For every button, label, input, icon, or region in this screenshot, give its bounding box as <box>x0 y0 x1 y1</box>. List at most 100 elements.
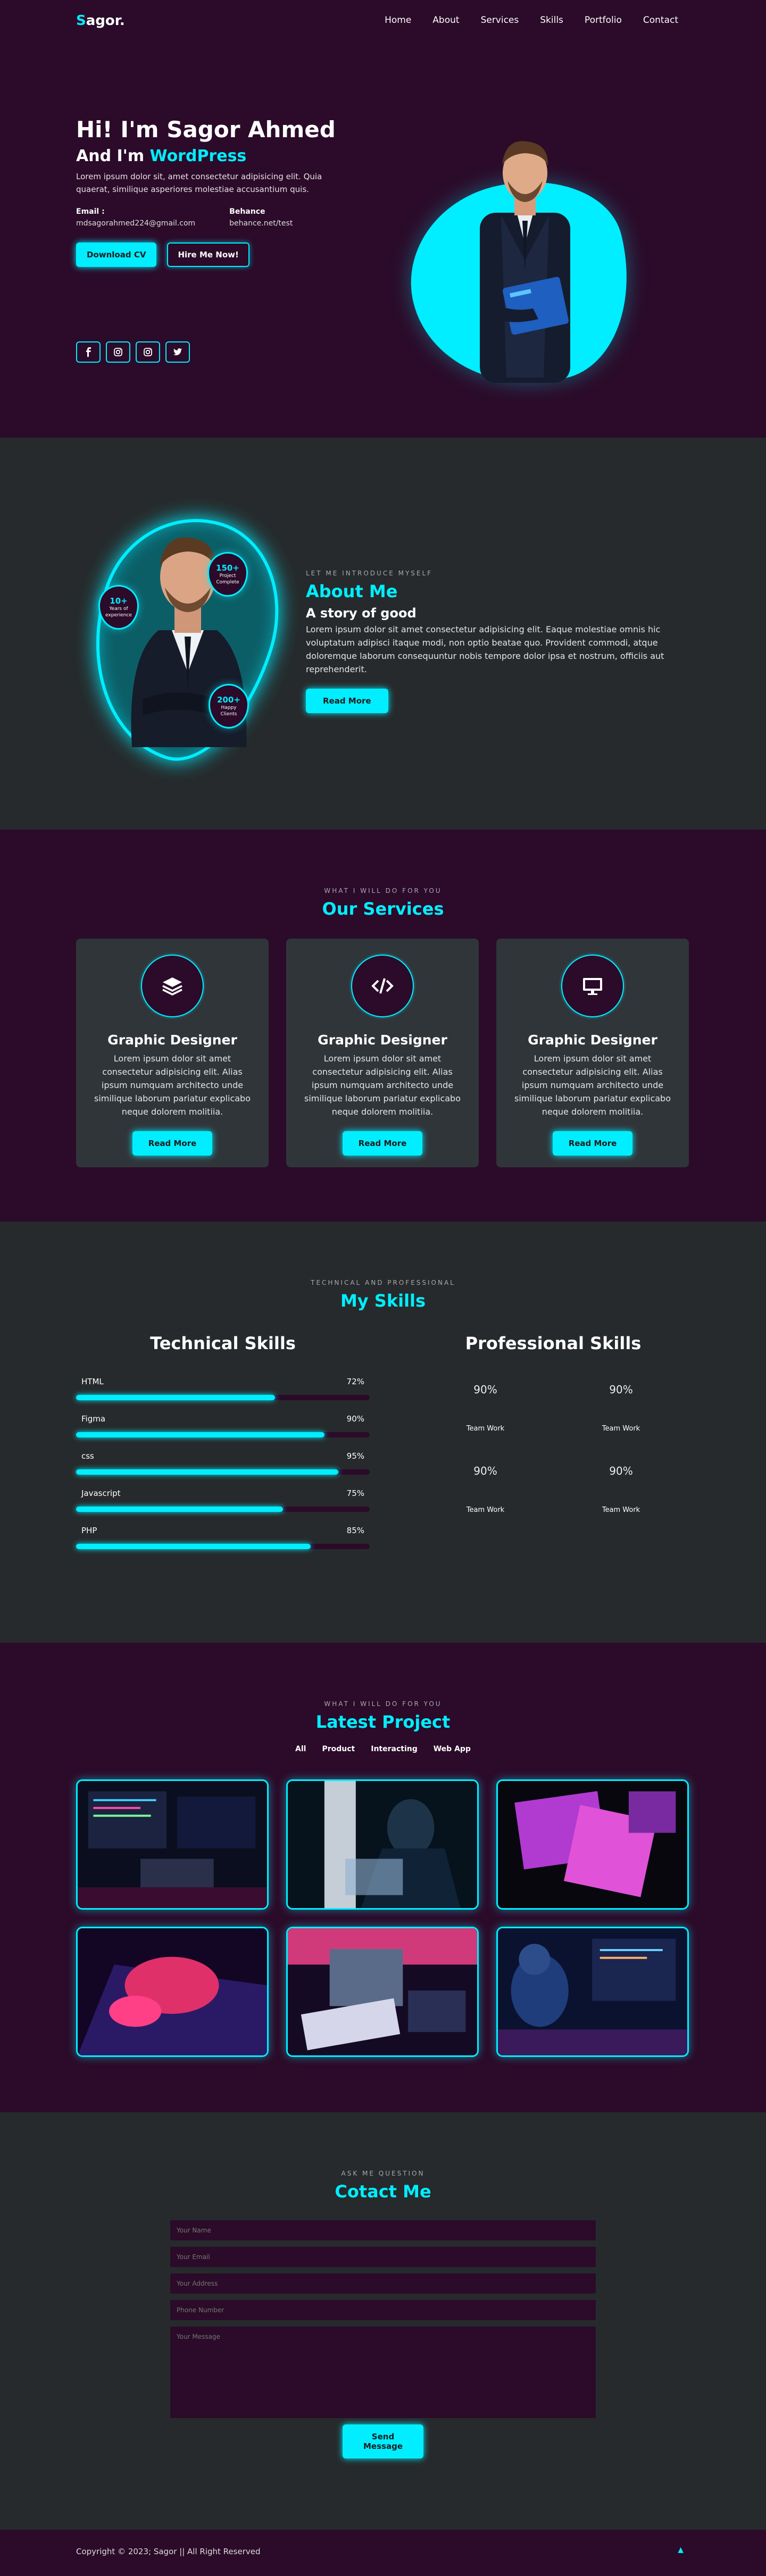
service-read-more-button[interactable]: Read More <box>342 1131 423 1156</box>
copyright-text: Copyright © 2023; Sagor || All Right Res… <box>76 2547 261 2556</box>
stat-text: Happy Clients <box>220 705 237 717</box>
download-cv-button[interactable]: Download CV <box>76 242 157 267</box>
skill-percent: 95% <box>346 1451 364 1461</box>
skill-track <box>76 1432 370 1437</box>
skills-section: TECHNICAL AND PROFESSIONAL My Skills Tec… <box>0 1222 766 1643</box>
logo[interactable]: Sagor. <box>76 13 125 29</box>
filter-web-app[interactable]: Web App <box>434 1745 471 1753</box>
project-card[interactable] <box>286 1927 479 2057</box>
project-card[interactable] <box>76 1927 269 2057</box>
hero-contact-info: Email : mdsagorahmed224@gmail.com Behanc… <box>76 207 353 228</box>
name-field[interactable] <box>170 2220 596 2240</box>
prof-skill: 90% Team Work <box>553 1465 689 1514</box>
service-title: Graphic Designer <box>107 1032 237 1048</box>
project-image <box>78 1928 267 2055</box>
message-field[interactable] <box>170 2327 596 2418</box>
skill-fill <box>76 1507 284 1512</box>
prof-skill-label: Team Work <box>466 1425 505 1433</box>
nav-portfolio[interactable]: Portfolio <box>585 15 622 26</box>
filter-interacting[interactable]: Interacting <box>371 1745 418 1753</box>
prof-skill: 90% Team Work <box>418 1465 553 1514</box>
prof-skill: 90% Team Work <box>553 1383 689 1433</box>
project-card[interactable] <box>286 1779 479 1910</box>
project-image <box>498 1781 687 1908</box>
nav-skills[interactable]: Skills <box>540 15 563 26</box>
about-kicker: LET ME INTRODUCE MYSELF <box>306 570 433 577</box>
hero-buttons: Download CV Hire Me Now! <box>76 242 353 267</box>
filter-all[interactable]: All <box>295 1745 306 1753</box>
skills-heading: TECHNICAL AND PROFESSIONAL My Skills <box>0 1222 766 1311</box>
nav-home[interactable]: Home <box>385 15 411 26</box>
skill-bar: Javascript 75% <box>76 1488 370 1512</box>
stat-number: 10+ <box>110 596 128 606</box>
logo-letter: S <box>76 13 86 29</box>
skill-percent: 72% <box>346 1377 364 1386</box>
services-heading: WHAT I WILL DO FOR YOU Our Services <box>0 830 766 919</box>
top-nav: Sagor. Home About Services Skills Portfo… <box>0 0 766 41</box>
email-field[interactable] <box>170 2247 596 2267</box>
service-card: Graphic Designer Lorem ipsum dolor sit a… <box>496 939 689 1167</box>
contact-kicker: ASK ME QUESTION <box>341 2170 425 2177</box>
address-field[interactable] <box>170 2273 596 2294</box>
project-image <box>498 1928 687 2055</box>
facebook-icon[interactable] <box>76 341 101 363</box>
skill-bar: PHP 85% <box>76 1526 370 1549</box>
skills-title: My Skills <box>340 1291 426 1311</box>
project-card[interactable] <box>496 1927 689 2057</box>
stat-number: 150+ <box>216 563 239 573</box>
project-card[interactable] <box>76 1779 269 1910</box>
professional-skills: Professional Skills 90% Team Work 90% Team… <box>418 1333 689 1514</box>
nav-about[interactable]: About <box>432 15 459 26</box>
technical-skills-title: Technical Skills <box>150 1333 296 1353</box>
prof-skill-label: Team Work <box>466 1506 505 1514</box>
about-read-more-button[interactable]: Read More <box>306 689 388 713</box>
email-value[interactable]: mdsagorahmed224@gmail.com <box>76 219 195 228</box>
layers-icon <box>141 955 204 1017</box>
hero-role-prefix: And I'm <box>76 147 150 165</box>
project-card[interactable] <box>496 1779 689 1910</box>
about-section: 150+ Project Complete 10+ Years of exper… <box>0 438 766 830</box>
stat-text: Project Complete <box>216 573 239 585</box>
about-subtitle: A story of good <box>306 606 417 621</box>
hero-email-block: Email : mdsagorahmed224@gmail.com <box>76 207 195 228</box>
services-grid: Graphic Designer Lorem ipsum dolor sit a… <box>76 939 689 1167</box>
service-text: Lorem ipsum dolor sit amet consectetur a… <box>94 1053 251 1117</box>
filter-product[interactable]: Product <box>322 1745 355 1753</box>
nav-contact[interactable]: Contact <box>643 15 678 26</box>
footer: Copyright © 2023; Sagor || All Right Res… <box>0 2530 766 2576</box>
skill-fill <box>76 1469 338 1475</box>
scroll-top-arrow-icon[interactable]: ▲ <box>678 2546 684 2554</box>
professional-skills-grid: 90% Team Work 90% Team Work 90% Team Work 9… <box>418 1383 689 1514</box>
skill-bar: HTML 72% <box>76 1377 370 1400</box>
desktop-icon <box>561 955 624 1017</box>
twitter-icon[interactable] <box>165 341 190 363</box>
logo-text: agor. <box>86 13 125 29</box>
instagram-icon[interactable] <box>106 341 130 363</box>
service-text: Lorem ipsum dolor sit amet consectetur a… <box>514 1053 671 1117</box>
instagram-icon[interactable] <box>136 341 160 363</box>
project-filters: All Product Interacting Web App <box>0 1745 766 1753</box>
nav-services[interactable]: Services <box>481 15 519 26</box>
nav-links: Home About Services Skills Portfolio Con… <box>385 15 678 26</box>
behance-value[interactable]: behance.net/test <box>229 219 293 228</box>
hero-lead: Lorem ipsum dolor sit, amet consectetur … <box>76 172 322 194</box>
hero-section: Sagor. Home About Services Skills Portfo… <box>0 0 766 438</box>
hire-me-button[interactable]: Hire Me Now! <box>167 242 249 267</box>
hero-text: Hi! I'm Sagor Ahmed And I'm WordPress Lo… <box>76 116 353 267</box>
hero-portrait-image <box>480 141 570 383</box>
hero-role-highlight: WordPress <box>149 147 247 165</box>
phone-field[interactable] <box>170 2300 596 2320</box>
service-card: Graphic Designer Lorem ipsum dolor sit a… <box>76 939 269 1167</box>
contact-section: ASK ME QUESTION Cotact Me Send Message <box>0 2112 766 2530</box>
skill-track <box>76 1469 370 1475</box>
email-label: Email : <box>76 207 105 216</box>
about-title: About Me <box>306 581 398 601</box>
service-card: Graphic Designer Lorem ipsum dolor sit a… <box>286 939 479 1167</box>
projects-section: WHAT I WILL DO FOR YOU Latest Project Al… <box>0 1643 766 2112</box>
prof-skill-percent: 90% <box>609 1465 633 1477</box>
service-title: Graphic Designer <box>528 1032 657 1048</box>
send-message-button[interactable]: Send Message <box>343 2424 423 2458</box>
service-read-more-button[interactable]: Read More <box>132 1131 213 1156</box>
skill-track <box>76 1544 370 1549</box>
service-read-more-button[interactable]: Read More <box>552 1131 633 1156</box>
